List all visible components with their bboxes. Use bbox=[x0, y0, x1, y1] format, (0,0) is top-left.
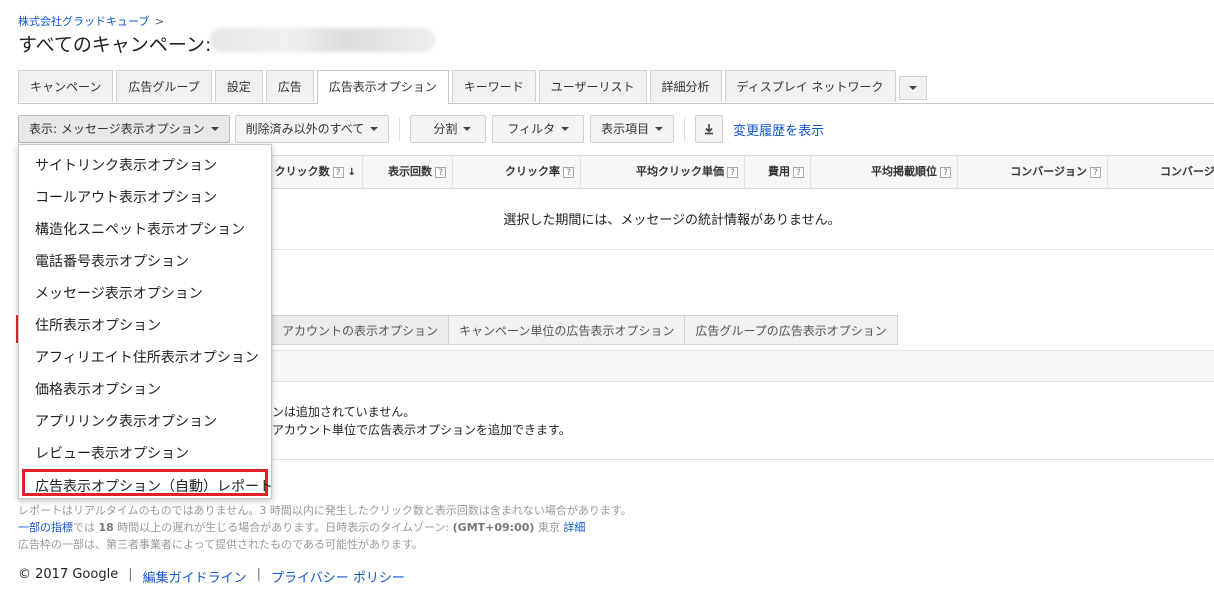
redacted-campaign-name bbox=[210, 28, 435, 52]
tab-user-lists[interactable]: ユーザーリスト bbox=[538, 70, 647, 102]
help-icon[interactable]: ? bbox=[727, 166, 738, 178]
subtab-account-extensions[interactable]: アカウントの表示オプション bbox=[272, 315, 450, 345]
report-note-line2: 一部の指標では 18 時間以上の遅れが生じる場合があります。日時表示のタイムゾー… bbox=[18, 521, 586, 534]
tab-dimensions[interactable]: 詳細分析 bbox=[649, 70, 722, 102]
footer-separator: | bbox=[128, 567, 133, 582]
main-tabs: キャンペーン 広告グループ 設定 広告 広告表示オプション キーワード ユーザー… bbox=[18, 70, 927, 104]
help-icon[interactable]: ? bbox=[940, 166, 951, 178]
menu-item-message[interactable]: メッセージ表示オプション bbox=[35, 283, 203, 303]
columns-label: 表示項目 bbox=[601, 122, 650, 136]
status-filter-label: 削除済み以外のすべて bbox=[245, 122, 365, 136]
menu-item-structured-snippet[interactable]: 構造化スニペット表示オプション bbox=[35, 219, 245, 239]
chevron-down-icon bbox=[210, 127, 219, 131]
column-header-ctr[interactable]: クリック率? bbox=[452, 156, 580, 188]
details-link[interactable]: 詳細 bbox=[563, 521, 585, 534]
level-tabs: アカウントの表示オプション キャンペーン単位の広告表示オプション 広告グループの… bbox=[272, 315, 898, 345]
breadcrumb: 株式会社グラッドキューブ > bbox=[18, 13, 164, 29]
column-header-avg-cpc[interactable]: 平均クリック単価? bbox=[580, 156, 744, 188]
breadcrumb-separator: > bbox=[154, 15, 165, 28]
view-dropdown-button[interactable]: 表示: メッセージ表示オプション bbox=[18, 115, 230, 143]
menu-item-review[interactable]: レビュー表示オプション bbox=[35, 443, 189, 463]
download-icon bbox=[705, 124, 714, 135]
menu-item-call[interactable]: 電話番号表示オプション bbox=[35, 251, 189, 271]
empty-notice-line2: アカウント単位で広告表示オプションを追加できます。 bbox=[272, 423, 571, 437]
toolbar-divider bbox=[399, 117, 401, 141]
help-icon[interactable]: ? bbox=[435, 166, 446, 178]
menu-item-app[interactable]: アプリリンク表示オプション bbox=[35, 411, 217, 431]
privacy-policy-link[interactable]: プライバシー ポリシー bbox=[271, 567, 405, 586]
column-header-impressions[interactable]: 表示回数? bbox=[362, 156, 452, 188]
help-icon[interactable]: ? bbox=[1090, 166, 1101, 178]
column-header-avg-position[interactable]: 平均掲載順位? bbox=[810, 156, 957, 188]
menu-item-callout[interactable]: コールアウト表示オプション bbox=[35, 187, 217, 207]
segment-button[interactable]: 分割 bbox=[410, 115, 487, 143]
segment-label: 分割 bbox=[433, 122, 458, 136]
column-header-cost[interactable]: 費用? bbox=[744, 156, 810, 188]
divider bbox=[272, 249, 1214, 250]
footer-separator: | bbox=[256, 567, 261, 582]
help-icon[interactable]: ? bbox=[332, 166, 344, 178]
toolbar: 表示: メッセージ表示オプション 削除済み以外のすべて 分割 フィルタ 表示項目… bbox=[18, 115, 824, 143]
chevron-down-icon bbox=[463, 127, 472, 131]
chevron-down-icon bbox=[655, 127, 664, 131]
tab-ad-extensions[interactable]: 広告表示オプション bbox=[316, 70, 449, 104]
stats-table-header: クリック数? ↓ 表示回数? クリック率? 平均クリック単価? 費用? 平均掲載順… bbox=[272, 155, 1214, 189]
sort-desc-icon: ↓ bbox=[347, 167, 356, 178]
subtab-adgroup-extensions[interactable]: 広告グループの広告表示オプション bbox=[685, 315, 898, 345]
report-note-line3: 広告枠の一部は、第三者事業者によって提供されたものである可能性があります。 bbox=[18, 538, 423, 551]
page-title: すべてのキャンペーン: bbox=[18, 34, 212, 56]
table-header-band bbox=[272, 350, 1214, 382]
menu-item-sitelink[interactable]: サイトリンク表示オプション bbox=[35, 155, 217, 175]
download-button[interactable] bbox=[695, 115, 724, 143]
tab-settings[interactable]: 設定 bbox=[214, 70, 263, 102]
editorial-guidelines-link[interactable]: 編集ガイドライン bbox=[143, 567, 247, 586]
menu-item-automated-report[interactable]: 広告表示オプション（自動）レポート bbox=[35, 476, 273, 496]
tab-campaigns[interactable]: キャンペーン bbox=[18, 70, 114, 102]
report-note-line1: レポートはリアルタイムのものではありません。3 時間以内に発生したクリック数と表… bbox=[18, 504, 632, 517]
some-metrics-link[interactable]: 一部の指標 bbox=[18, 521, 73, 534]
breadcrumb-account-link[interactable]: 株式会社グラッドキューブ bbox=[18, 15, 149, 28]
columns-button[interactable]: 表示項目 bbox=[590, 115, 675, 143]
help-icon[interactable]: ? bbox=[793, 166, 804, 178]
column-header-clicks[interactable]: クリック数? ↓ bbox=[272, 156, 362, 188]
menu-item-location[interactable]: 住所表示オプション bbox=[35, 315, 161, 335]
filter-label: フィルタ bbox=[507, 122, 556, 136]
subtab-campaign-extensions[interactable]: キャンペーン単位の広告表示オプション bbox=[449, 315, 686, 345]
help-icon[interactable]: ? bbox=[563, 166, 574, 178]
chevron-down-icon bbox=[370, 127, 379, 131]
tab-display-network[interactable]: ディスプレイ ネットワーク bbox=[724, 70, 896, 102]
column-header-conversions-cut[interactable]: コンバージ bbox=[1107, 156, 1214, 188]
tab-ad-groups[interactable]: 広告グループ bbox=[116, 70, 212, 102]
tab-keywords[interactable]: キーワード bbox=[451, 70, 536, 102]
no-stats-message: 選択した期間には、メッセージの統計情報がありません。 bbox=[503, 213, 841, 228]
toolbar-divider bbox=[684, 117, 686, 141]
status-filter-button[interactable]: 削除済み以外のすべて bbox=[234, 115, 390, 143]
copyright-text: © 2017 Google bbox=[18, 567, 119, 582]
change-history-link[interactable]: 変更履歴を表示 bbox=[733, 120, 824, 139]
menu-item-price[interactable]: 価格表示オプション bbox=[35, 379, 161, 399]
menu-item-affiliate-location[interactable]: アフィリエイト住所表示オプション bbox=[35, 347, 259, 367]
filter-button[interactable]: フィルタ bbox=[492, 115, 585, 143]
footer: © 2017 Google | 編集ガイドライン | プライバシー ポリシー bbox=[18, 567, 405, 586]
tab-ads[interactable]: 広告 bbox=[265, 70, 314, 102]
chevron-down-icon bbox=[908, 86, 917, 90]
empty-notice-line1: ンは追加されていません。 bbox=[272, 405, 416, 419]
more-tabs-button[interactable] bbox=[898, 76, 927, 100]
chevron-down-icon bbox=[561, 127, 570, 131]
column-header-conversions[interactable]: コンバージョン? bbox=[957, 156, 1107, 188]
view-dropdown-menu: サイトリンク表示オプション コールアウト表示オプション 構造化スニペット表示オプ… bbox=[18, 144, 273, 499]
view-dropdown-label: 表示: メッセージ表示オプション bbox=[29, 122, 205, 136]
